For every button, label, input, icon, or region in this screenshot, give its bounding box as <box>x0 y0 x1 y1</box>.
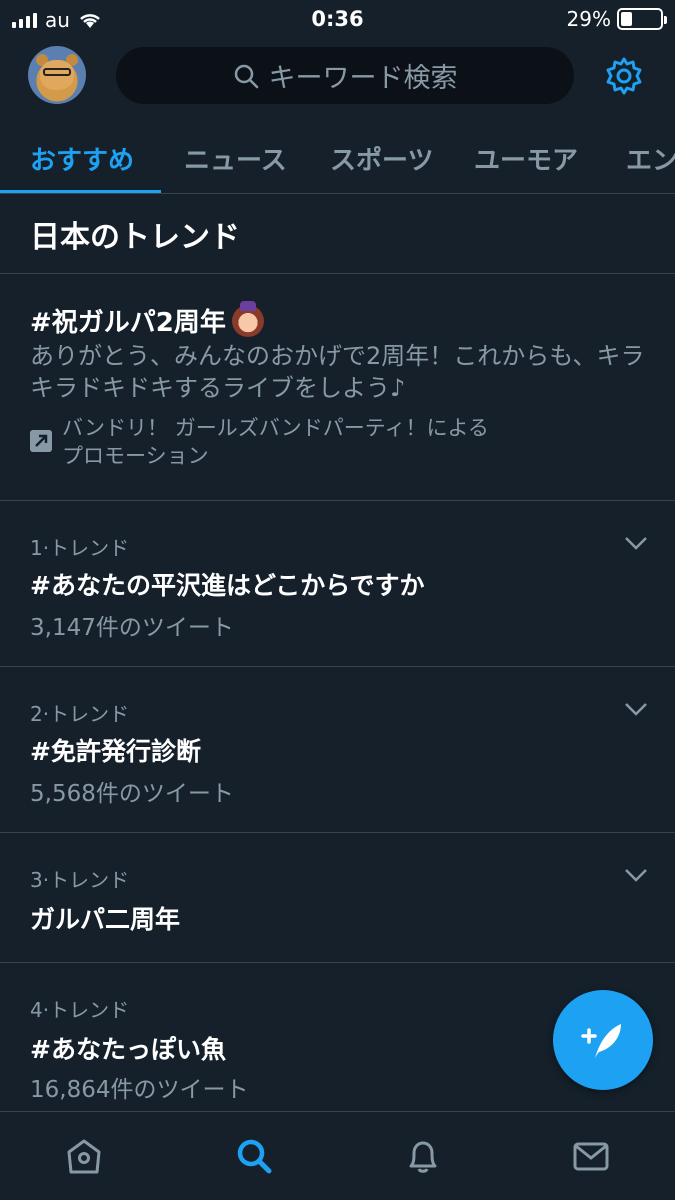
divider <box>0 832 675 833</box>
trend-rank: 1·トレンド <box>30 536 130 560</box>
trend-tweet-count: 16,864件のツイート <box>30 1077 249 1103</box>
active-tab-indicator <box>0 190 161 193</box>
promoted-by-line2: プロモーション <box>62 444 209 468</box>
trend-rank: 2·トレンド <box>30 702 130 726</box>
divider <box>0 666 675 667</box>
tab-entertainment[interactable]: エン <box>626 140 675 177</box>
battery-percent: 29% <box>566 7 611 31</box>
avatar-glasses <box>43 68 71 76</box>
tab-news[interactable]: ニュース <box>184 140 287 177</box>
divider <box>0 962 675 963</box>
avatar[interactable] <box>28 46 86 104</box>
search-input[interactable]: キーワード検索 <box>116 47 574 104</box>
promoted-trend-title: #祝ガルパ2周年 <box>30 308 226 338</box>
trend-tweet-count: 5,568件のツイート <box>30 781 234 807</box>
tab-humor[interactable]: ユーモア <box>474 140 578 177</box>
promoted-by-text: バンドリ！ ガールズバンドパーティ！による プロモーション <box>62 414 489 470</box>
compose-tweet-button[interactable] <box>553 990 653 1090</box>
messages-icon[interactable] <box>571 1136 611 1176</box>
promoted-arrow-icon <box>30 430 52 452</box>
trend-name: #あなたの平沢進はどこからですか <box>30 571 425 600</box>
promoted-trend-title-row: #祝ガルパ2周年 <box>30 300 264 339</box>
gear-icon[interactable] <box>604 56 644 96</box>
chevron-down-icon[interactable] <box>624 536 648 550</box>
section-title: 日本のトレンド <box>30 220 240 255</box>
chevron-down-icon[interactable] <box>624 868 648 882</box>
tab-recommended[interactable]: おすすめ <box>30 140 134 177</box>
status-right: 29% <box>566 7 667 31</box>
trend-rank: 4·トレンド <box>30 998 130 1022</box>
explore-tabs: おすすめ ニュース スポーツ ユーモア エン <box>0 124 675 194</box>
top-bar: キーワード検索 <box>0 38 675 114</box>
search-icon[interactable] <box>234 1136 274 1176</box>
trend-name: #免許発行診断 <box>30 737 201 766</box>
trend-name: ガルパ二周年 <box>30 905 181 934</box>
battery-icon <box>617 8 667 30</box>
notifications-icon[interactable] <box>403 1136 443 1176</box>
search-placeholder: キーワード検索 <box>268 63 458 94</box>
chevron-down-icon[interactable] <box>624 702 648 716</box>
trend-rank: 3·トレンド <box>30 868 130 892</box>
promoted-by: バンドリ！ ガールズバンドパーティ！による プロモーション <box>30 414 489 470</box>
divider <box>0 273 675 274</box>
bottom-navigation <box>0 1111 675 1200</box>
home-icon[interactable] <box>64 1136 104 1176</box>
battery-fill <box>621 12 633 26</box>
compose-feather-icon <box>581 1024 621 1058</box>
tab-sports[interactable]: スポーツ <box>330 140 433 177</box>
character-emoji-icon <box>231 300 264 337</box>
promoted-trend-description: ありがとう、みんなのおかげで2周年！これからも、キラキラドキドキするライブをしよ… <box>30 342 645 402</box>
search-icon <box>234 64 258 88</box>
divider <box>0 500 675 501</box>
status-bar: au 0:36 29% <box>0 0 675 38</box>
trend-name: #あなたっぽい魚 <box>30 1035 226 1064</box>
trend-tweet-count: 3,147件のツイート <box>30 615 234 641</box>
promoted-by-line1: バンドリ！ ガールズバンドパーティ！による <box>62 416 489 440</box>
